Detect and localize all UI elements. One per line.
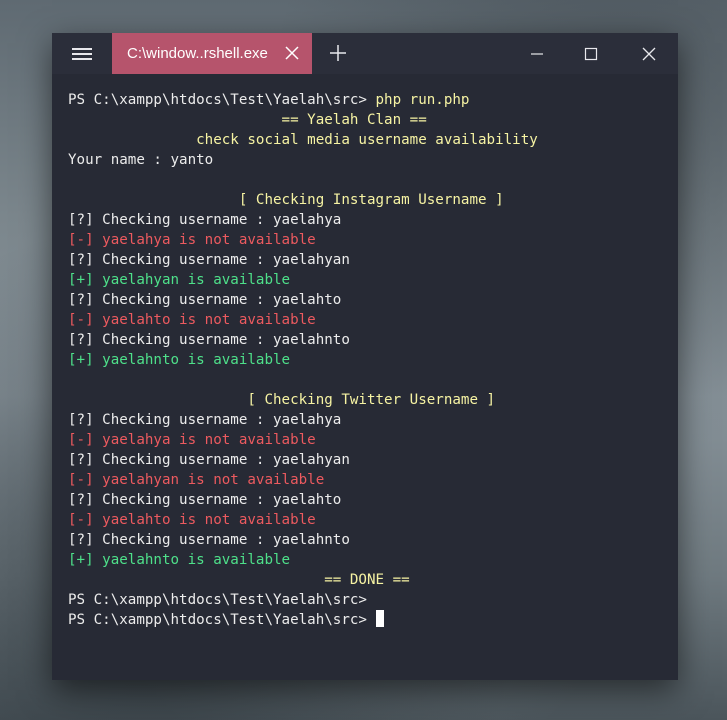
terminal-line: PS C:\xampp\htdocs\Test\Yaelah\src> [68, 610, 668, 630]
terminal-line: [?] Checking username : yaelahya [68, 410, 668, 430]
terminal-line: [-] yaelahya is not available [68, 230, 668, 250]
terminal-line: [?] Checking username : yaelahnto [68, 530, 668, 550]
terminal-line-text: [+] yaelahnto is available [68, 352, 291, 368]
plus-icon[interactable] [328, 43, 348, 63]
terminal-line-text: == Yaelah Clan == [68, 112, 427, 128]
terminal-line: [-] yaelahto is not available [68, 310, 668, 330]
terminal-line-text: [+] yaelahyan is available [68, 272, 291, 288]
terminal-window: C:\window..rshell.exe PS C:\xampp\htdocs… [52, 33, 678, 680]
hamburger-menu-icon[interactable] [52, 33, 112, 74]
close-icon[interactable] [626, 33, 672, 74]
terminal-line-text: [-] yaelahto is not available [68, 512, 316, 528]
terminal-line: [?] Checking username : yaelahyan [68, 450, 668, 470]
terminal-output[interactable]: PS C:\xampp\htdocs\Test\Yaelah\src> php … [68, 90, 668, 630]
terminal-line: [+] yaelahnto is available [68, 550, 668, 570]
terminal-line: [-] yaelahyan is not available [68, 470, 668, 490]
terminal-line-text: [?] Checking username : yaelahnto [68, 332, 350, 348]
maximize-icon[interactable] [568, 33, 614, 74]
terminal-line: PS C:\xampp\htdocs\Test\Yaelah\src> [68, 590, 668, 610]
command-text: php run.php [375, 92, 470, 108]
terminal-line: [-] yaelahto is not available [68, 510, 668, 530]
terminal-line: [ Checking Instagram Username ] [68, 190, 668, 210]
terminal-line-text: [-] yaelahya is not available [68, 432, 316, 448]
tab-title: C:\window..rshell.exe [127, 45, 268, 62]
terminal-line: == Yaelah Clan == [68, 110, 668, 130]
terminal-line-text: [?] Checking username : yaelahya [68, 412, 342, 428]
tab-powershell[interactable]: C:\window..rshell.exe [112, 33, 312, 74]
title-bar: C:\window..rshell.exe [52, 33, 678, 74]
terminal-line: [-] yaelahya is not available [68, 430, 668, 450]
terminal-line: Your name : yanto [68, 150, 668, 170]
terminal-line-text: [+] yaelahnto is available [68, 552, 291, 568]
terminal-line: check social media username availability [68, 130, 668, 150]
terminal-line-text: PS C:\xampp\htdocs\Test\Yaelah\src> [68, 612, 376, 628]
terminal-line-text: [?] Checking username : yaelahya [68, 212, 342, 228]
terminal-line-text: [?] Checking username : yaelahto [68, 292, 342, 308]
terminal-line-text: [-] yaelahya is not available [68, 232, 316, 248]
terminal-line-text: [-] yaelahto is not available [68, 312, 316, 328]
terminal-line-text: [?] Checking username : yaelahnto [68, 532, 350, 548]
minimize-icon[interactable] [514, 33, 560, 74]
terminal-line-text: check social media username availability [68, 132, 538, 148]
terminal-line: [?] Checking username : yaelahnto [68, 330, 668, 350]
terminal-line-text: [?] Checking username : yaelahyan [68, 252, 350, 268]
terminal-line: [?] Checking username : yaelahyan [68, 250, 668, 270]
close-icon[interactable] [282, 43, 302, 63]
terminal-line-text: [?] Checking username : yaelahyan [68, 452, 350, 468]
text-cursor [375, 610, 384, 627]
terminal-line: == DONE == [68, 570, 668, 590]
terminal-line-text: == DONE == [68, 572, 410, 588]
terminal-line: [?] Checking username : yaelahto [68, 290, 668, 310]
terminal-line-text: [-] yaelahyan is not available [68, 472, 325, 488]
terminal-line: [+] yaelahnto is available [68, 350, 668, 370]
terminal-line-text: Your name : yanto [68, 152, 214, 168]
terminal-line-text: [ Checking Instagram Username ] [68, 192, 504, 208]
terminal-line: PS C:\xampp\htdocs\Test\Yaelah\src> php … [68, 90, 668, 110]
terminal-line: [?] Checking username : yaelahya [68, 210, 668, 230]
terminal-line-text: [?] Checking username : yaelahto [68, 492, 342, 508]
terminal-line: [+] yaelahyan is available [68, 270, 668, 290]
terminal-line-text: [ Checking Twitter Username ] [68, 392, 496, 408]
terminal-line: [ Checking Twitter Username ] [68, 390, 668, 410]
terminal-line: [?] Checking username : yaelahto [68, 490, 668, 510]
terminal-line-text: PS C:\xampp\htdocs\Test\Yaelah\src> [68, 92, 376, 108]
terminal-line-text: PS C:\xampp\htdocs\Test\Yaelah\src> [68, 592, 367, 608]
